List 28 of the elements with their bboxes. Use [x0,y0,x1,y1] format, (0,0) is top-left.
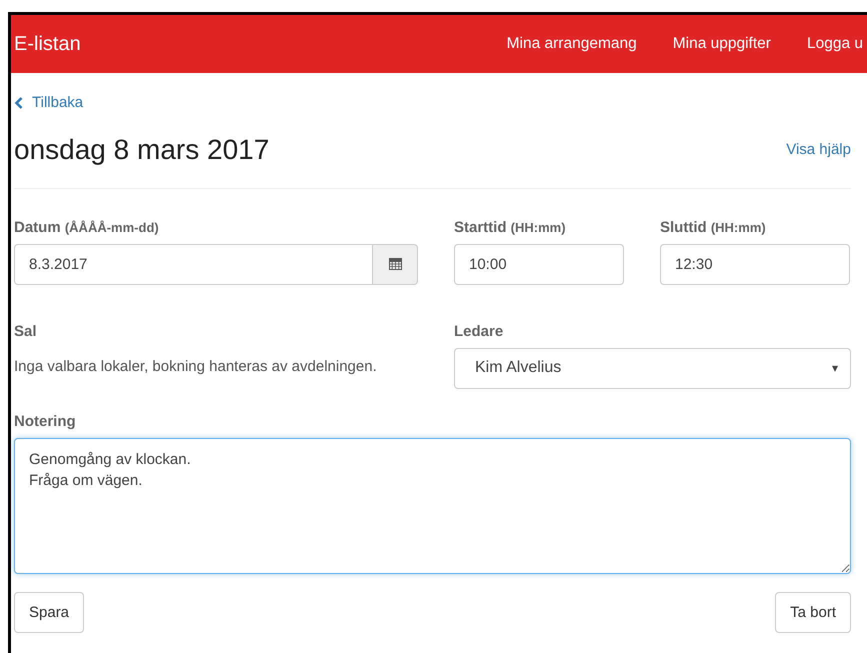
field-label: Ledare [454,322,504,340]
room-info-text: Inga valbara lokaler, bokning hanteras av avdelningen. [14,358,378,374]
nav-link[interactable]: Mina uppgifter [672,35,771,53]
field-label: Starttid [454,218,506,236]
caret-icon: ▾ [832,361,838,375]
start-time-field[interactable]: 10:00 [454,244,624,284]
help-link[interactable]: Visa hjälp [786,141,851,158]
field-label: Sal [14,322,37,340]
end-time-field[interactable]: 12:30 [660,244,850,284]
date-field[interactable]: 8.3.2017 [14,244,373,284]
format-hint: (HH:mm) [510,220,566,234]
nav-link[interactable]: Mina arrangemang [506,35,637,53]
format-hint: (HH:mm) [710,220,766,234]
back-link[interactable]: Tillbaka [14,94,84,111]
delete-button[interactable]: Ta bort [775,592,851,632]
field-label: Sluttid [660,218,707,236]
page-title: onsdag 8 mars 2017 [14,134,270,166]
save-button[interactable]: Spara [14,592,84,632]
format-hint: (ÅÅÅÅ-mm-dd) [64,220,159,234]
brand-link[interactable]: E-listan [11,32,81,56]
calendar-button[interactable] [373,244,418,284]
calendar-icon [388,258,402,270]
chevron-left-icon [14,96,24,108]
nav-link[interactable]: Logga u [806,35,863,53]
field-label: Notering [14,412,76,430]
leader-select[interactable]: Kim Alvelius ▾ [454,348,851,388]
field-label: Datum [14,218,61,236]
note-field[interactable]: Genomgång av klockan. Fråga om vägen. [14,438,851,574]
